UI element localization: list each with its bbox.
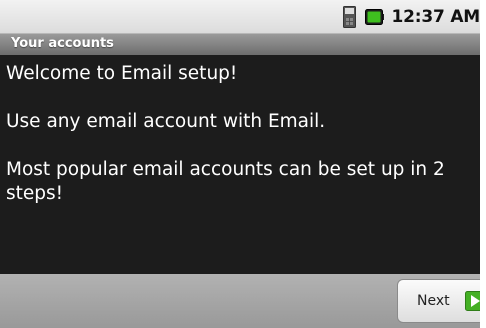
title-bar: Your accounts [0,34,480,55]
welcome-text: Welcome to Email setup! [6,63,238,84]
content-area: Welcome to Email setup! Use any email ac… [0,55,480,274]
next-button[interactable]: Next [397,279,486,323]
email-setup-screen: 12:37 AM Your accounts Welcome to Email … [0,0,486,328]
screen-edge [480,0,486,328]
status-bar: 12:37 AM [0,0,480,34]
use-any-account-text: Use any email account with Email. [6,111,326,132]
popular-accounts-text: Most popular email accounts can be set u… [6,159,445,204]
battery-icon [365,8,385,25]
page-title: Your accounts [11,36,114,51]
sim-card-icon [343,5,357,28]
bottom-bar: Next [0,274,486,328]
clock: 12:37 AM [391,6,480,27]
next-button-label: Next [417,293,450,309]
status-icons: 12:37 AM [343,0,480,33]
